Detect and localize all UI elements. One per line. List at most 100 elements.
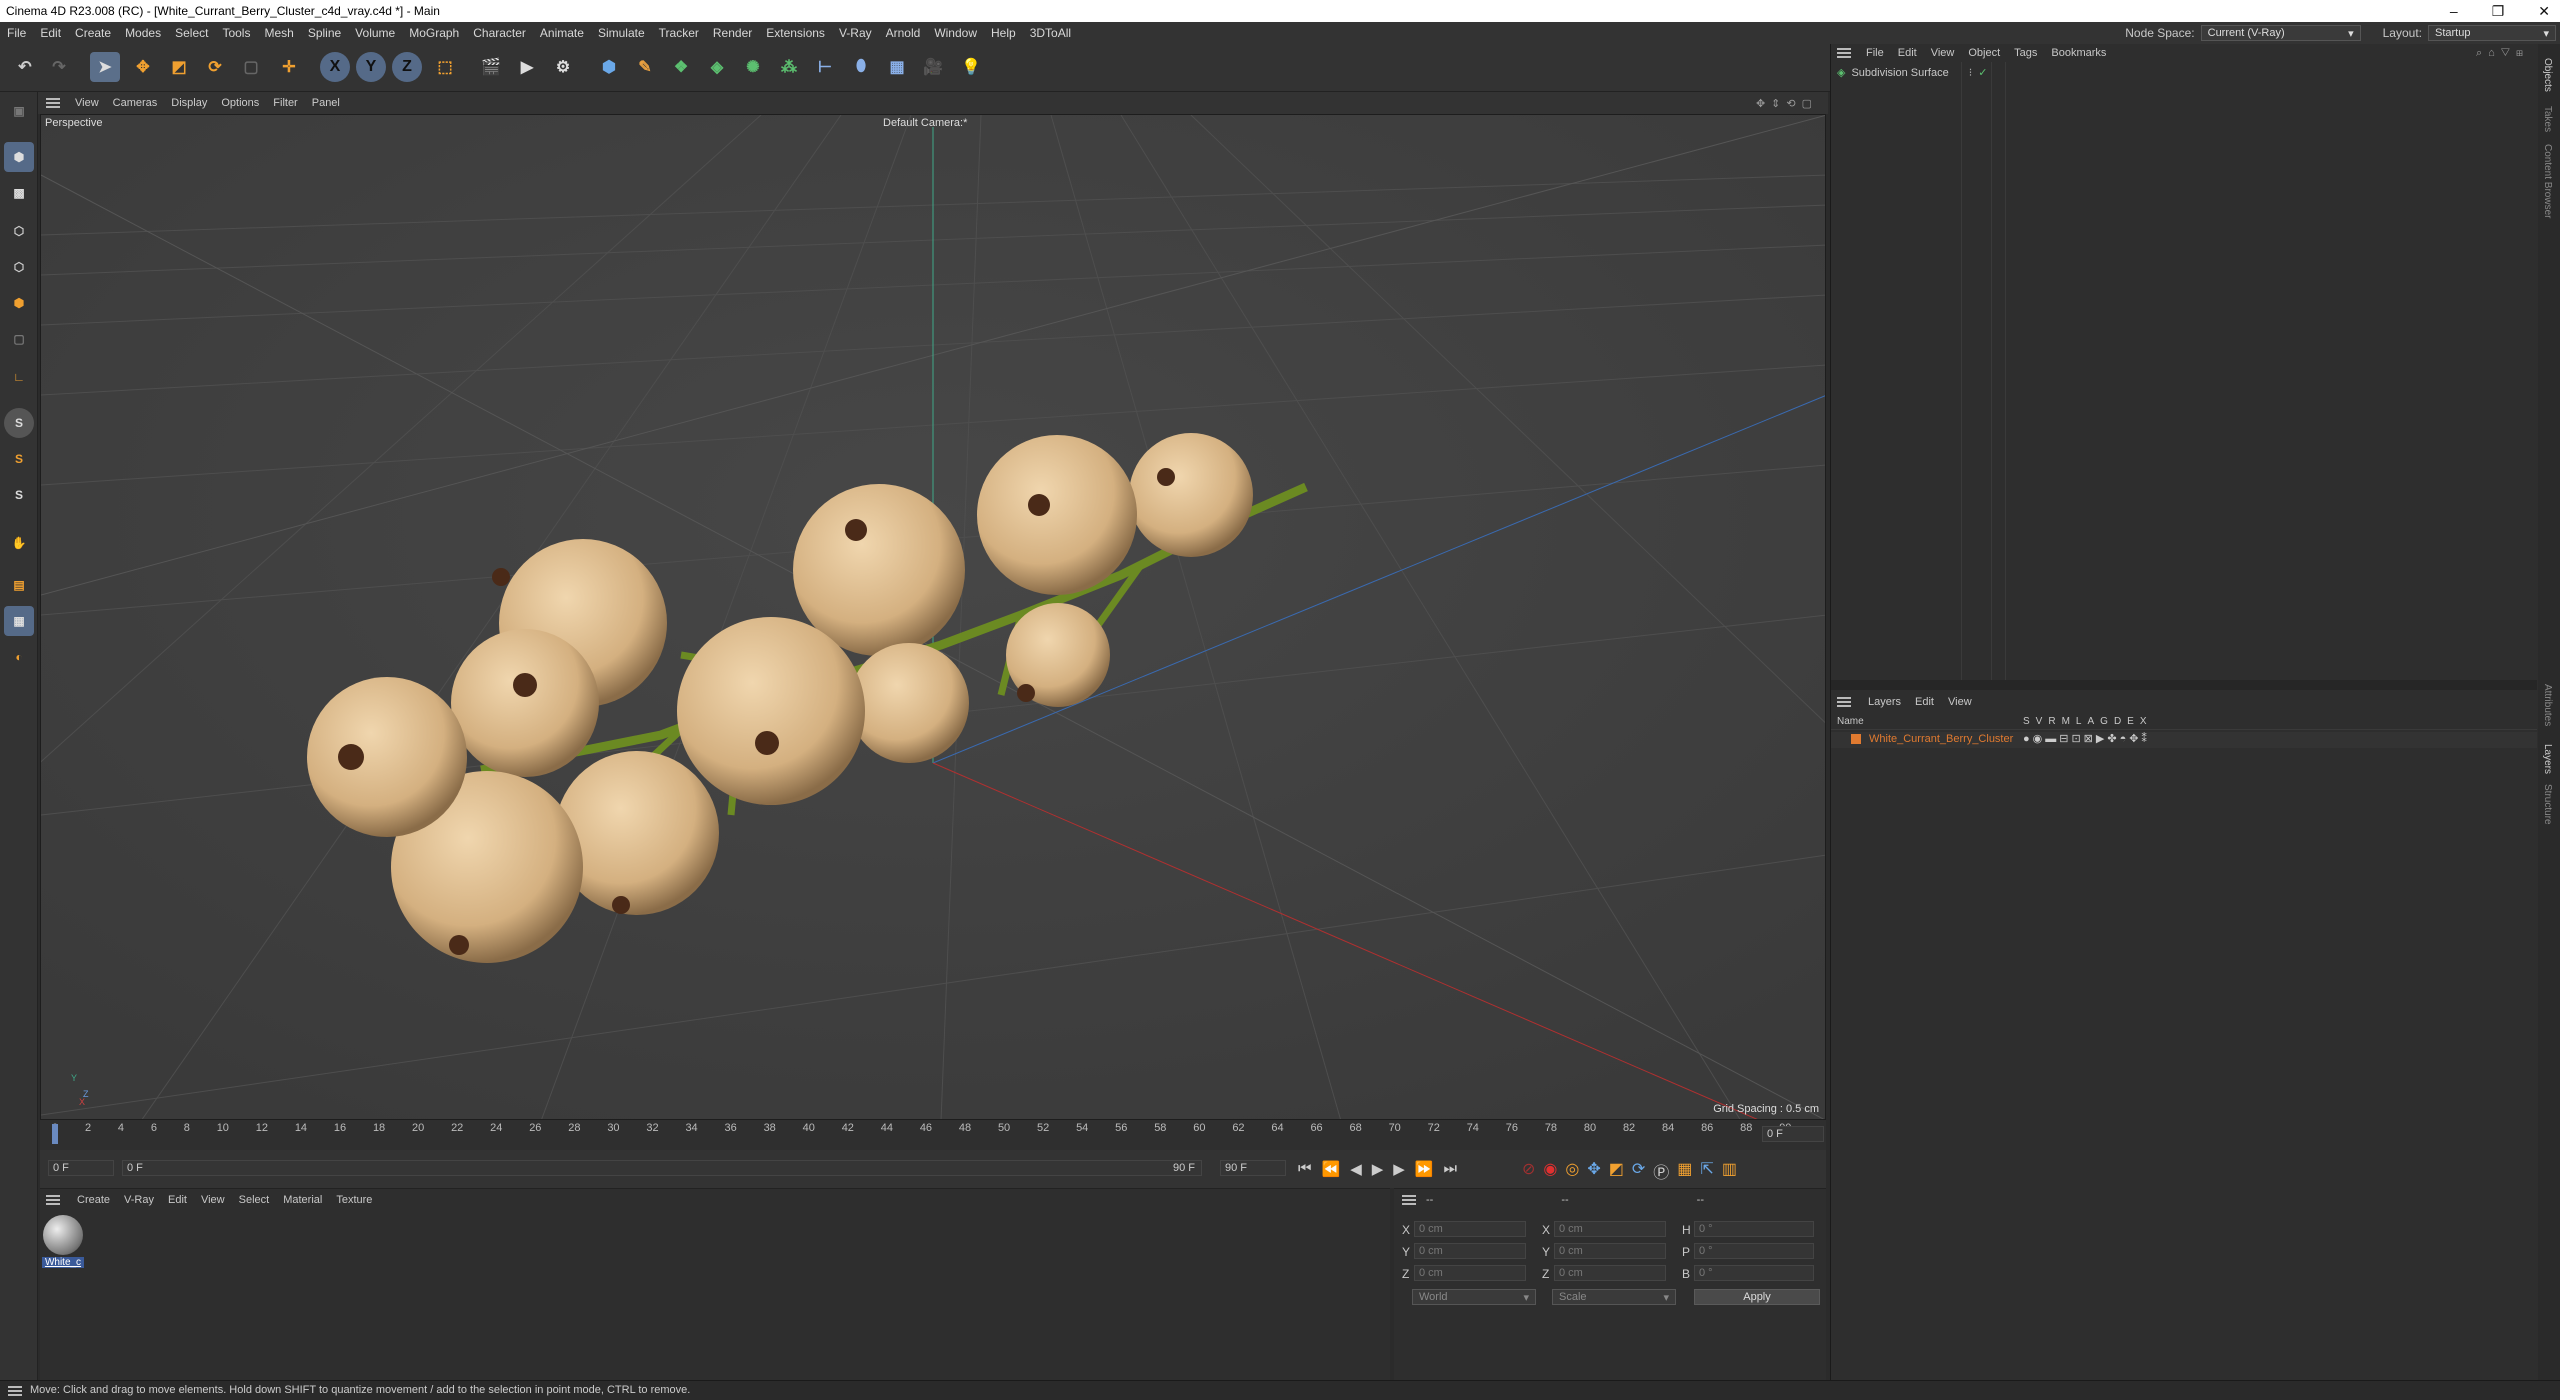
make-editable-icon[interactable]: ▣ (4, 96, 34, 126)
col-render[interactable]: R (2048, 716, 2055, 727)
key-scale-icon[interactable]: ◩ (1609, 1159, 1624, 1183)
workplane-icon[interactable]: ▤ (4, 570, 34, 600)
select-cursor-icon[interactable]: ➤ (90, 52, 120, 82)
menu-vray[interactable]: V-Ray (832, 26, 879, 40)
rot-b-field[interactable]: 0 ° (1694, 1265, 1814, 1281)
menu-mesh[interactable]: Mesh (257, 26, 300, 40)
pos-z-field[interactable]: 0 cm (1414, 1265, 1526, 1281)
play-icon[interactable]: ▶ (1372, 1160, 1384, 1178)
edges-mode-icon[interactable]: ⬡ (4, 252, 34, 282)
axis-y-toggle[interactable]: Y (356, 52, 386, 82)
polygons-mode-icon[interactable]: ⬢ (4, 288, 34, 318)
tab-objects[interactable]: Objects (2542, 58, 2553, 92)
generator-icon[interactable]: ◈ (702, 52, 732, 82)
rot-p-field[interactable]: 0 ° (1694, 1243, 1814, 1259)
col-expressions[interactable]: E (2127, 716, 2134, 727)
hamburger-icon[interactable] (46, 1195, 60, 1205)
timeline-icon[interactable]: ⇱ (1700, 1159, 1713, 1183)
object-row[interactable]: ◈ Subdivision Surface ⁝ ✓ (1837, 66, 1987, 80)
goto-end-icon[interactable]: ⏭ (1444, 1160, 1458, 1178)
hamburger-icon[interactable] (1837, 48, 1851, 58)
col-generators[interactable]: G (2100, 716, 2108, 727)
record-icon[interactable]: ⊘ (1522, 1159, 1535, 1183)
hamburger-icon[interactable] (1837, 697, 1851, 707)
menu-edit[interactable]: Edit (33, 26, 68, 40)
tab-structure[interactable]: Structure (2542, 784, 2553, 825)
col-solo[interactable]: S (2023, 716, 2030, 727)
layer-menu-edit[interactable]: Edit (1908, 696, 1941, 708)
menu-select[interactable]: Select (168, 26, 215, 40)
key-rotation-icon[interactable]: ⟳ (1632, 1159, 1645, 1183)
next-key-icon[interactable]: ⏩ (1415, 1160, 1434, 1178)
layer-flag-icons[interactable]: ●◉▬⊟⊡⊠▶✤◓✥⁑ (2023, 732, 2150, 745)
timeline-end-field[interactable]: 0 F (1762, 1126, 1824, 1142)
menu-help[interactable]: Help (984, 26, 1023, 40)
apply-button[interactable]: Apply (1694, 1289, 1820, 1305)
goto-start-icon[interactable]: ⏮ (1298, 1160, 1312, 1178)
snap-icon[interactable]: S (4, 408, 34, 438)
tab-takes[interactable]: Takes (2542, 106, 2553, 132)
viewport-menu-cameras[interactable]: Cameras (106, 97, 165, 109)
floor-icon[interactable]: ▦ (882, 52, 912, 82)
coordinate-system-icon[interactable]: ⬚ (430, 52, 460, 82)
tab-layers[interactable]: Layers (2542, 744, 2553, 774)
node-space-dropdown[interactable]: Current (V-Ray) ▾ (2200, 25, 2361, 41)
pen-spline-icon[interactable]: ✎ (630, 52, 660, 82)
viewport-menu-panel[interactable]: Panel (305, 97, 347, 109)
material-menu-material[interactable]: Material (276, 1194, 329, 1206)
search-icon[interactable]: ⌕⌂▽⊞ (2476, 47, 2529, 60)
col-xref[interactable]: X (2140, 716, 2147, 727)
lock-workplane-icon[interactable]: ▦ (4, 606, 34, 636)
obj-menu-object[interactable]: Object (1961, 47, 2007, 59)
hamburger-icon[interactable] (8, 1386, 22, 1396)
menu-volume[interactable]: Volume (348, 26, 402, 40)
obj-menu-tags[interactable]: Tags (2007, 47, 2044, 59)
render-view-icon[interactable]: ▶ (512, 52, 542, 82)
menu-animate[interactable]: Animate (533, 26, 591, 40)
auto-key-icon[interactable]: ◉ (1543, 1159, 1557, 1183)
rotate-tool-icon[interactable]: ⟳ (200, 52, 230, 82)
obj-menu-view[interactable]: View (1924, 47, 1962, 59)
menu-arnold[interactable]: Arnold (879, 26, 928, 40)
menu-character[interactable]: Character (466, 26, 533, 40)
menu-window[interactable]: Window (927, 26, 984, 40)
prev-frame-icon[interactable]: ◀ (1350, 1160, 1362, 1178)
menu-create[interactable]: Create (68, 26, 118, 40)
rot-h-field[interactable]: 0 ° (1694, 1221, 1814, 1237)
check-icon[interactable]: ✓ (1978, 66, 1987, 79)
tab-content-browser[interactable]: Content Browser (2542, 144, 2553, 218)
solo-icon[interactable]: ◐ (4, 642, 34, 672)
tag-icon[interactable]: ⬮ (846, 52, 876, 82)
deformer-icon[interactable]: ✺ (738, 52, 768, 82)
menu-3dtoall[interactable]: 3DToAll (1023, 26, 1078, 40)
layer-menu-layers[interactable]: Layers (1861, 696, 1908, 708)
axis-x-toggle[interactable]: X (320, 52, 350, 82)
menu-simulate[interactable]: Simulate (591, 26, 652, 40)
transform-tool-icon[interactable]: ▢ (236, 52, 266, 82)
redo-icon[interactable]: ↷ (44, 52, 74, 82)
menu-extensions[interactable]: Extensions (759, 26, 832, 40)
visibility-dots-icon[interactable]: ⁝ (1969, 66, 1973, 79)
menu-mograph[interactable]: MoGraph (402, 26, 466, 40)
key-param-icon[interactable]: Ⓟ (1653, 1159, 1669, 1183)
move-tool-icon[interactable]: ✥ (128, 52, 158, 82)
material-menu-vray[interactable]: V-Ray (117, 1194, 161, 1206)
col-manager[interactable]: M (2062, 716, 2070, 727)
uv-mode-icon[interactable]: ▢ (4, 324, 34, 354)
minimize-button[interactable]: – (2450, 3, 2458, 19)
col-animation[interactable]: A (2087, 716, 2094, 727)
layer-name-column[interactable]: Name (1837, 716, 1864, 727)
material-menu-edit[interactable]: Edit (161, 1194, 194, 1206)
size-z-field[interactable]: 0 cm (1554, 1265, 1666, 1281)
coord-space-dropdown[interactable]: World ▾ (1412, 1289, 1536, 1305)
menu-render[interactable]: Render (706, 26, 759, 40)
coord-mode-dropdown[interactable]: Scale ▾ (1552, 1289, 1676, 1305)
viewport-menu-options[interactable]: Options (214, 97, 266, 109)
viewport-nav-icons[interactable]: ✥⇕⟲▢ (1756, 97, 1818, 110)
menu-file[interactable]: File (0, 26, 33, 40)
camera-icon[interactable]: 🎥 (918, 52, 948, 82)
motion-icon[interactable]: ▥ (1722, 1159, 1737, 1183)
next-frame-icon[interactable]: ▶ (1393, 1160, 1405, 1178)
viewport-3d[interactable]: Perspective Default Camera:* Grid Spacin… (40, 114, 1826, 1120)
light-icon[interactable]: 💡 (956, 52, 986, 82)
